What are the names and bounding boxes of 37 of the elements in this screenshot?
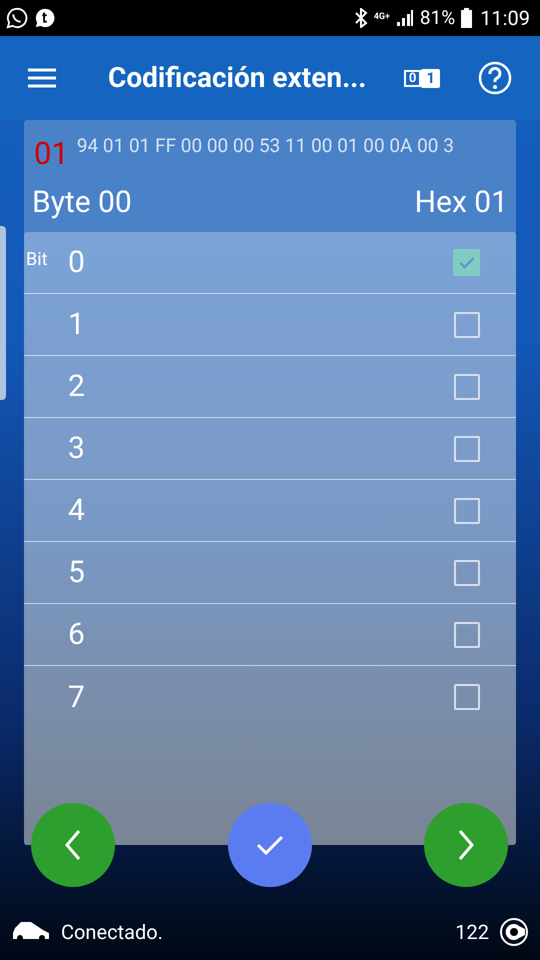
bit-number: 2 <box>68 368 85 406</box>
connection-status: Conectado. <box>61 919 163 946</box>
battery-icon <box>461 8 472 28</box>
checkbox[interactable] <box>454 622 480 648</box>
battery-percent: 81% <box>420 4 456 31</box>
bluetooth-icon <box>354 8 368 28</box>
car-icon <box>11 920 51 944</box>
checkbox[interactable] <box>454 498 480 524</box>
network-type: 4G+ <box>374 11 390 24</box>
bit-number: 3 <box>68 430 85 468</box>
bit-label: Bit <box>26 248 48 272</box>
chat-bubble-icon <box>34 7 56 29</box>
byte-sequence: 94 01 01 FF 00 00 00 53 11 00 01 00 0A 00 3 <box>76 133 454 159</box>
hex-label: Hex 01 <box>414 184 508 222</box>
checkbox[interactable] <box>454 374 480 400</box>
checkbox[interactable] <box>453 249 480 276</box>
byte-label: Byte 00 <box>32 184 132 222</box>
byte-index: 01 <box>34 138 69 169</box>
signal-icon <box>396 9 414 27</box>
help-icon[interactable] <box>478 61 512 95</box>
bit-number: 0 <box>68 244 85 282</box>
bit-number: 6 <box>68 616 85 654</box>
window-title: Codificación exten... <box>108 60 366 96</box>
checkbox[interactable] <box>454 684 480 710</box>
bit-number: 1 <box>68 306 85 344</box>
bit-number: 4 <box>68 492 85 530</box>
logo-icon <box>499 917 529 947</box>
chat-bubble-icon <box>6 7 28 29</box>
checkbox[interactable] <box>454 312 480 338</box>
check-icon <box>254 833 284 857</box>
bit-number: 7 <box>68 678 85 716</box>
menu-icon[interactable] <box>28 68 56 88</box>
clock: 11:09 <box>480 5 530 32</box>
bit-number: 5 <box>68 554 85 592</box>
checkbox[interactable] <box>454 436 480 462</box>
counter: 122 <box>455 919 489 946</box>
checkbox[interactable] <box>454 560 480 586</box>
